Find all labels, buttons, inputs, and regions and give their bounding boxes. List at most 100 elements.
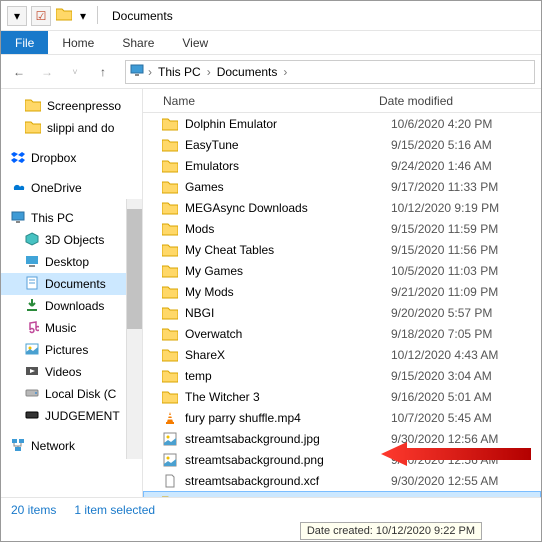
item-name: NBGI bbox=[185, 306, 391, 320]
pc-icon bbox=[11, 210, 25, 227]
qa-properties-button[interactable]: ☑ bbox=[31, 6, 51, 26]
tree-label: Downloads bbox=[45, 299, 104, 313]
tab-file[interactable]: File bbox=[1, 31, 48, 54]
dropbox-icon bbox=[11, 150, 25, 167]
list-item[interactable]: MEGAsync Downloads10/12/2020 9:19 PM bbox=[143, 197, 541, 218]
list-item[interactable]: Emulators9/24/2020 1:46 AM bbox=[143, 155, 541, 176]
chevron-right-icon: › bbox=[148, 65, 152, 79]
item-name: streamtsabackground.xcf bbox=[185, 474, 391, 488]
tab-share[interactable]: Share bbox=[108, 31, 168, 54]
tree-pc-item[interactable]: Desktop bbox=[1, 251, 142, 273]
tree-pc-item[interactable]: Local Disk (C bbox=[1, 383, 142, 405]
item-name: Dolphin & Slippi bbox=[185, 495, 391, 498]
folder-icon bbox=[161, 368, 179, 384]
item-name: temp bbox=[185, 369, 391, 383]
list-item[interactable]: My Games10/5/2020 11:03 PM bbox=[143, 260, 541, 281]
qa-dropdown-button[interactable]: ▾ bbox=[7, 6, 27, 26]
column-name[interactable]: Name bbox=[143, 94, 373, 108]
list-item[interactable]: My Mods9/21/2020 11:09 PM bbox=[143, 281, 541, 302]
item-icon bbox=[25, 254, 39, 271]
list-item[interactable]: Overwatch9/18/2020 7:05 PM bbox=[143, 323, 541, 344]
list-item[interactable]: Mods9/15/2020 11:59 PM bbox=[143, 218, 541, 239]
nav-up-button[interactable]: ↑ bbox=[91, 60, 115, 84]
tree-pc-item[interactable]: Documents bbox=[1, 273, 142, 295]
list-item[interactable]: ShareX10/12/2020 4:43 AM bbox=[143, 344, 541, 365]
tab-home[interactable]: Home bbox=[48, 31, 108, 54]
crumb-documents[interactable]: Documents bbox=[215, 65, 280, 79]
status-selection: 1 item selected bbox=[74, 503, 155, 517]
item-icon bbox=[25, 364, 39, 381]
crumb-thispc[interactable]: This PC bbox=[156, 65, 203, 79]
item-name: My Games bbox=[185, 264, 391, 278]
folder-icon bbox=[161, 158, 179, 174]
chevron-down-icon: ▾ bbox=[14, 9, 20, 23]
list-item[interactable]: My Cheat Tables9/15/2020 11:56 PM bbox=[143, 239, 541, 260]
list-item[interactable]: EasyTune9/15/2020 5:16 AM bbox=[143, 134, 541, 155]
item-date: 10/12/2020 4:43 AM bbox=[391, 348, 541, 362]
list-item[interactable]: Dolphin & Slippi bbox=[143, 491, 541, 497]
nav-forward-button[interactable]: → bbox=[35, 60, 59, 84]
tree-label: Network bbox=[31, 439, 75, 453]
checkbox-icon: ☑ bbox=[36, 9, 47, 23]
item-icon bbox=[25, 298, 39, 315]
folder-icon bbox=[161, 200, 179, 216]
folder-icon bbox=[161, 305, 179, 321]
item-name: EasyTune bbox=[185, 138, 391, 152]
list-item[interactable]: temp9/15/2020 3:04 AM bbox=[143, 365, 541, 386]
chevron-right-icon: › bbox=[283, 65, 287, 79]
qa-overflow-button[interactable]: ▾ bbox=[77, 6, 89, 26]
list-item[interactable]: Games9/17/2020 11:33 PM bbox=[143, 176, 541, 197]
vlc-icon bbox=[161, 410, 179, 426]
tree-scrollbar[interactable] bbox=[126, 199, 142, 459]
tree-pc-item[interactable]: Videos bbox=[1, 361, 142, 383]
item-date: 9/20/2020 5:57 PM bbox=[391, 306, 541, 320]
list-item[interactable]: Dolphin Emulator10/6/2020 4:20 PM bbox=[143, 113, 541, 134]
list-item[interactable]: streamtsabackground.jpg9/30/2020 12:56 A… bbox=[143, 428, 541, 449]
list-header: Name Date modified bbox=[143, 89, 541, 113]
tree-pc-item[interactable]: JUDGEMENT bbox=[1, 405, 142, 427]
file-icon bbox=[161, 473, 179, 489]
tree-pc-item[interactable]: Downloads bbox=[1, 295, 142, 317]
list-item[interactable]: streamtsabackground.xcf9/30/2020 12:55 A… bbox=[143, 470, 541, 491]
tree-network[interactable]: Network bbox=[1, 435, 142, 457]
item-icon bbox=[25, 276, 39, 293]
item-date: 10/6/2020 4:20 PM bbox=[391, 117, 541, 131]
list-item[interactable]: fury parry shuffle.mp410/7/2020 5:45 AM bbox=[143, 407, 541, 428]
tree-pc-item[interactable]: Pictures bbox=[1, 339, 142, 361]
item-name: Overwatch bbox=[185, 327, 391, 341]
address-bar[interactable]: › This PC › Documents › bbox=[125, 60, 535, 84]
item-name: Games bbox=[185, 180, 391, 194]
folder-icon bbox=[161, 284, 179, 300]
folder-icon bbox=[55, 6, 73, 22]
tree-label: 3D Objects bbox=[45, 233, 104, 247]
onedrive-icon bbox=[11, 180, 25, 197]
tab-view[interactable]: View bbox=[168, 31, 222, 54]
item-date: 9/15/2020 11:59 PM bbox=[391, 222, 541, 236]
folder-icon bbox=[161, 242, 179, 258]
item-name: My Mods bbox=[185, 285, 391, 299]
list-item[interactable]: The Witcher 39/16/2020 5:01 AM bbox=[143, 386, 541, 407]
list-item[interactable]: streamtsabackground.png9/30/2020 12:56 A… bbox=[143, 449, 541, 470]
folder-icon bbox=[161, 347, 179, 363]
tree-pc-item[interactable]: Music bbox=[1, 317, 142, 339]
tree-label: JUDGEMENT bbox=[45, 409, 120, 423]
folder-icon bbox=[161, 494, 179, 498]
image-icon bbox=[161, 452, 179, 468]
nav-row: ← → ˅ ↑ › This PC › Documents › bbox=[1, 55, 541, 89]
tree-quick-item[interactable]: Screenpresso bbox=[1, 95, 142, 117]
tree-pc-item[interactable]: 3D Objects bbox=[1, 229, 142, 251]
item-name: Emulators bbox=[185, 159, 391, 173]
list-item[interactable]: NBGI9/20/2020 5:57 PM bbox=[143, 302, 541, 323]
statusbar: 20 items 1 item selected bbox=[1, 497, 541, 521]
item-name: fury parry shuffle.mp4 bbox=[185, 411, 391, 425]
tree-quick-item[interactable]: slippi and do bbox=[1, 117, 142, 139]
nav-back-button[interactable]: ← bbox=[7, 60, 31, 84]
tree-onedrive[interactable]: OneDrive bbox=[1, 177, 142, 199]
column-date[interactable]: Date modified bbox=[373, 94, 541, 108]
folder-icon bbox=[161, 179, 179, 195]
tree-thispc[interactable]: This PC bbox=[1, 207, 142, 229]
nav-recent-button[interactable]: ˅ bbox=[63, 60, 87, 84]
tree-label: Videos bbox=[45, 365, 81, 379]
tree-dropbox[interactable]: Dropbox bbox=[1, 147, 142, 169]
image-icon bbox=[161, 431, 179, 447]
